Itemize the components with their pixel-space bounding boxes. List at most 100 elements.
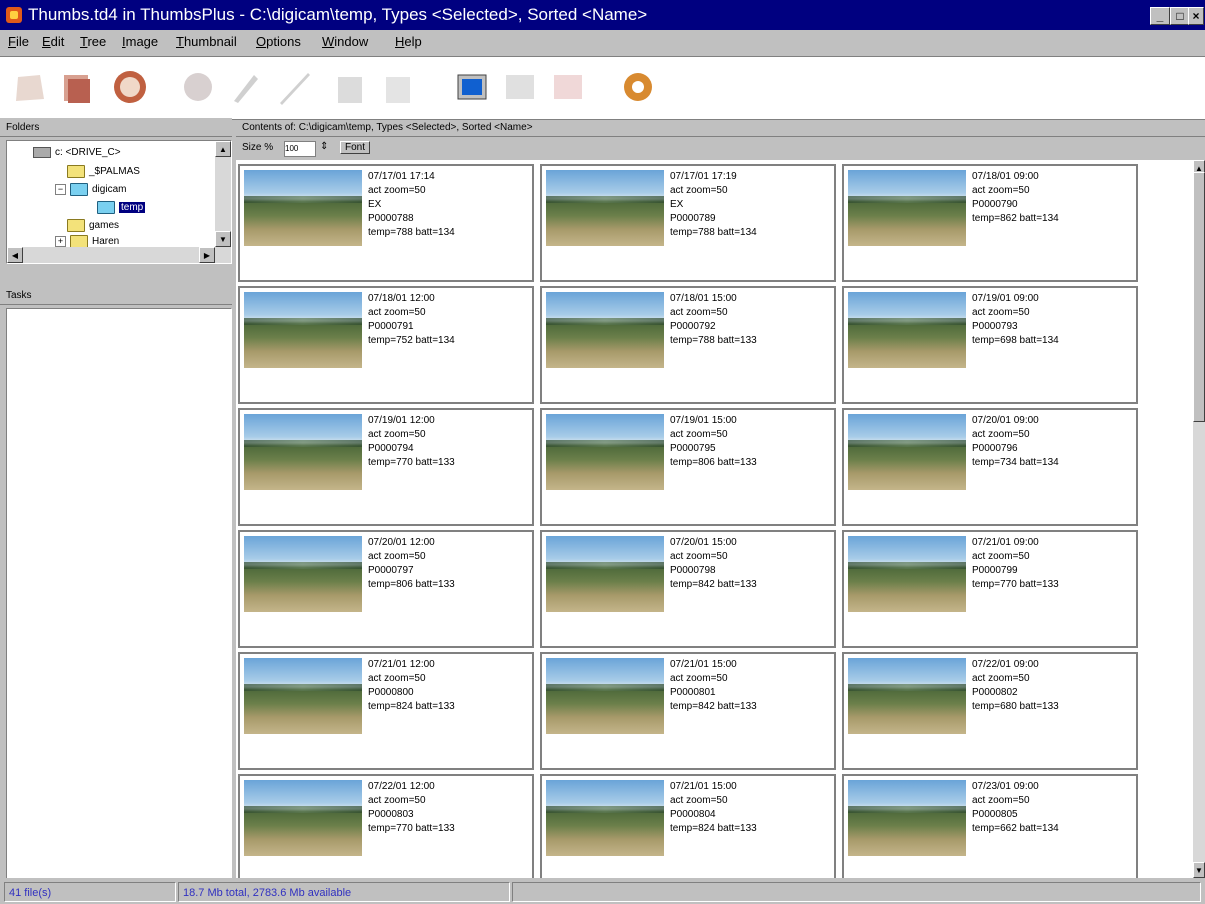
thumbnail-image[interactable]: [244, 170, 362, 246]
thumbnail-info: 07/23/01 09:00 act zoom=50 P0000805 temp=66…: [972, 781, 1059, 834]
tree-item-digicam[interactable]: − digicam: [55, 183, 126, 196]
monitor-icon[interactable]: [452, 67, 492, 107]
folder-open-icon: [97, 201, 115, 214]
tree-item-label: _$PALMAS: [89, 166, 140, 177]
tools-icon[interactable]: [226, 67, 266, 107]
thumbnail-info: 07/17/01 17:19 act zoom=50 EX P0000789 temp=…: [670, 171, 757, 238]
app-icon[interactable]: [6, 7, 22, 23]
tree-item-label: games: [89, 220, 120, 231]
thumbnail-card[interactable]: 07/23/01 09:00 act zoom=50 P0000805 temp=66…: [842, 774, 1138, 878]
maximize-button[interactable]: □: [1170, 7, 1190, 25]
thumbnail-card[interactable]: 07/19/01 09:00 act zoom=50 P0000793 temp=69…: [842, 286, 1138, 404]
thumbnail-card[interactable]: 07/21/01 09:00 act zoom=50 P0000799 temp=77…: [842, 530, 1138, 648]
thumbnail-card[interactable]: 07/22/01 09:00 act zoom=50 P0000802 temp=68…: [842, 652, 1138, 770]
thumbnail-image[interactable]: [848, 536, 966, 612]
folder-open-icon: [70, 183, 88, 196]
scroll-left-arrow-icon[interactable]: ◀: [7, 247, 23, 263]
folder-icon: [67, 165, 85, 178]
tree-vertical-scrollbar[interactable]: ▲ ▼: [215, 141, 231, 247]
thumbnail-card[interactable]: 07/21/01 15:00 act zoom=50 P0000804 temp=82…: [540, 774, 836, 878]
tree-item-temp[interactable]: temp: [97, 201, 146, 214]
tree-item-palmas[interactable]: _$PALMAS: [67, 165, 140, 178]
menu-options[interactable]: Options: [256, 34, 301, 49]
thumbnail-image[interactable]: [546, 170, 664, 246]
drive-icon: [33, 147, 51, 158]
thumbnail-info: 07/22/01 12:00 act zoom=50 P0000803 temp=77…: [368, 781, 455, 834]
size-spinner-icon[interactable]: ⇕: [320, 141, 328, 152]
expand-toggle[interactable]: +: [55, 236, 66, 247]
menu-edit[interactable]: Edit: [42, 34, 64, 49]
tree-item-drive[interactable]: c: <DRIVE_C>: [33, 147, 121, 158]
menu-thumbnail[interactable]: Thumbnail: [176, 34, 237, 49]
new-icon[interactable]: [10, 67, 50, 107]
thumbnail-image[interactable]: [546, 414, 664, 490]
menu-file[interactable]: File: [8, 34, 29, 49]
scan-icon[interactable]: [178, 67, 218, 107]
collapse-toggle[interactable]: −: [55, 184, 66, 195]
scroll-right-arrow-icon[interactable]: ▶: [199, 247, 215, 263]
menu-bar: File Edit Tree Image Thumbnail Options W…: [0, 30, 1205, 54]
thumbnail-card[interactable]: 07/18/01 15:00 act zoom=50 P0000792 temp=78…: [540, 286, 836, 404]
thumbnail-image[interactable]: [546, 780, 664, 856]
left-panel: Folders c: <DRIVE_C> _$PALMAS − digicam …: [0, 118, 232, 880]
thumbnail-image[interactable]: [244, 292, 362, 368]
scroll-up-arrow-icon[interactable]: ▲: [215, 141, 231, 157]
thumbnail-image[interactable]: [244, 536, 362, 612]
title-bar[interactable]: Thumbs.td4 in ThumbsPlus - C:\digicam\te…: [0, 0, 1205, 30]
tree-item-games[interactable]: games: [67, 219, 119, 232]
thumbnail-image[interactable]: [546, 658, 664, 734]
scroll-thumb[interactable]: [1193, 172, 1205, 422]
thumbnail-info: 07/21/01 15:00 act zoom=50 P0000804 temp=82…: [670, 781, 757, 834]
disk-icon[interactable]: [108, 67, 148, 107]
status-disk-space: 18.7 Mb total, 2783.6 Mb available: [178, 882, 510, 902]
thumbnail-image[interactable]: [244, 780, 362, 856]
thumbnail-image[interactable]: [244, 414, 362, 490]
menu-tree[interactable]: Tree: [80, 34, 106, 49]
thumbnail-card[interactable]: 07/17/01 17:14 act zoom=50 EX P0000788 temp=…: [238, 164, 534, 282]
menu-window[interactable]: Window: [322, 34, 368, 49]
thumbnail-card[interactable]: 07/19/01 12:00 act zoom=50 P0000794 temp=77…: [238, 408, 534, 526]
thumbnail-image[interactable]: [848, 170, 966, 246]
clipboard-icon[interactable]: [330, 67, 370, 107]
tasks-panel[interactable]: [6, 308, 232, 880]
thumbnail-card[interactable]: 07/21/01 15:00 act zoom=50 P0000801 temp=84…: [540, 652, 836, 770]
thumbnail-card[interactable]: 07/22/01 12:00 act zoom=50 P0000803 temp=77…: [238, 774, 534, 878]
tree-horizontal-scrollbar[interactable]: ◀ ▶: [7, 247, 231, 263]
thumbnail-info: 07/21/01 15:00 act zoom=50 P0000801 temp=84…: [670, 659, 757, 712]
menu-help[interactable]: Help: [395, 34, 422, 49]
thumbnail-card[interactable]: 07/21/01 12:00 act zoom=50 P0000800 temp=82…: [238, 652, 534, 770]
size-input[interactable]: 100: [284, 141, 316, 157]
thumbnail-image[interactable]: [244, 658, 362, 734]
brush-icon[interactable]: [274, 67, 314, 107]
help-ring-icon[interactable]: [618, 67, 658, 107]
calendar-icon[interactable]: [548, 67, 588, 107]
thumbnail-card[interactable]: 07/20/01 15:00 act zoom=50 P0000798 temp=84…: [540, 530, 836, 648]
thumbnail-card[interactable]: 07/20/01 09:00 act zoom=50 P0000796 temp=73…: [842, 408, 1138, 526]
thumbnail-image[interactable]: [848, 292, 966, 368]
close-button[interactable]: ×: [1188, 7, 1204, 25]
menu-image[interactable]: Image: [122, 34, 158, 49]
tree-item-label: Haren: [92, 236, 120, 247]
thumbnail-image[interactable]: [848, 780, 966, 856]
contents-vertical-scrollbar[interactable]: ▲ ▼: [1193, 160, 1205, 878]
minimize-button[interactable]: _: [1150, 7, 1170, 25]
thumbnail-image[interactable]: [848, 414, 966, 490]
window-title: Thumbs.td4 in ThumbsPlus - C:\digicam\te…: [28, 5, 648, 24]
scroll-down-arrow-icon[interactable]: ▼: [1193, 862, 1205, 878]
font-button[interactable]: Font: [340, 141, 371, 154]
thumbnail-card[interactable]: 07/18/01 09:00 act zoom=50 P0000790 temp=86…: [842, 164, 1138, 282]
thumbnail-card[interactable]: 07/17/01 17:19 act zoom=50 EX P0000789 temp=…: [540, 164, 836, 282]
thumbnail-image[interactable]: [848, 658, 966, 734]
scroll-down-arrow-icon[interactable]: ▼: [215, 231, 231, 247]
thumbnail-info: 07/19/01 15:00 act zoom=50 P0000795 temp=80…: [670, 415, 757, 468]
paste-icon[interactable]: [378, 67, 418, 107]
folders-header: Folders: [0, 120, 232, 137]
thumbnail-card[interactable]: 07/18/01 12:00 act zoom=50 P0000791 temp=75…: [238, 286, 534, 404]
thumbnail-image[interactable]: [546, 292, 664, 368]
thumbnail-image[interactable]: [546, 536, 664, 612]
folder-tree[interactable]: c: <DRIVE_C> _$PALMAS − digicam temp gam…: [6, 140, 232, 264]
thumbnail-card[interactable]: 07/20/01 12:00 act zoom=50 P0000797 temp=80…: [238, 530, 534, 648]
thumbnail-card[interactable]: 07/19/01 15:00 act zoom=50 P0000795 temp=80…: [540, 408, 836, 526]
slideshow-icon[interactable]: [500, 67, 540, 107]
open-folder-icon[interactable]: [58, 67, 98, 107]
